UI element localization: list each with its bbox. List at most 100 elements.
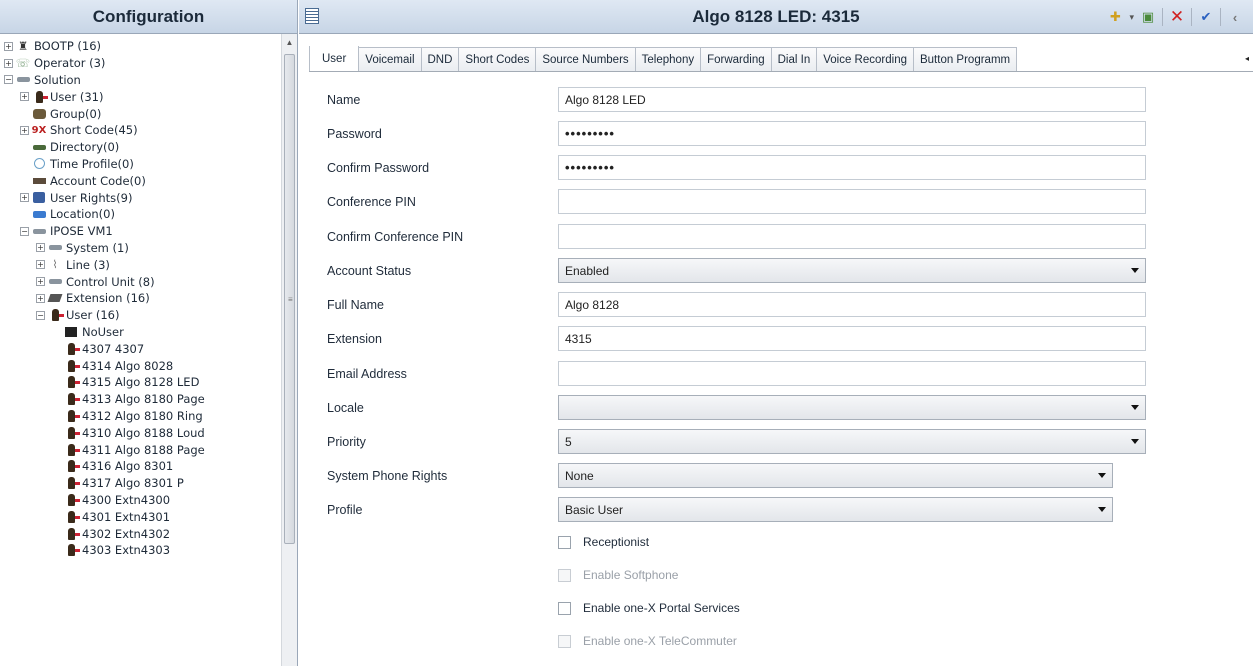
tree-item[interactable]: Group(0) [4, 105, 281, 122]
tree-item[interactable]: 4317 Algo 8301 P [4, 475, 281, 492]
tree-item[interactable]: Location(0) [4, 206, 281, 223]
collapse-icon[interactable]: − [4, 75, 13, 85]
enable-softphone-label: Enable Softphone [583, 568, 679, 582]
collapse-icon[interactable]: − [36, 310, 45, 320]
tree-item[interactable]: − Solution [4, 72, 281, 89]
system-phone-rights-select[interactable]: None [558, 463, 1113, 488]
new-record-icon[interactable]: ✚ [1105, 7, 1125, 27]
name-field[interactable]: Algo 8128 LED [558, 87, 1146, 112]
conference-pin-row: Conference PIN [309, 188, 1253, 216]
tree-item[interactable]: NoUser [4, 324, 281, 341]
tree-item[interactable]: 4300 Extn4300 [4, 492, 281, 509]
confirm-conference-pin-field[interactable] [558, 224, 1146, 249]
tree-item[interactable]: + Control Unit (8) [4, 273, 281, 290]
tree-item[interactable]: + ♜ BOOTP (16) [4, 38, 281, 55]
tree-item[interactable]: + System (1) [4, 240, 281, 257]
tree-item-label: 4316 Algo 8301 [82, 459, 174, 474]
expand-icon[interactable]: + [20, 92, 29, 102]
tab-voicemail[interactable]: Voicemail [358, 47, 422, 71]
account-status-label: Account Status [327, 264, 412, 278]
tree-item[interactable]: 4303 Extn4303 [4, 542, 281, 559]
tree-scrollbar[interactable]: ▲ ≡ [281, 34, 297, 666]
tree-item[interactable]: + User Rights(9) [4, 189, 281, 206]
user-form: Name Algo 8128 LED Password ••••••••• Co… [309, 72, 1253, 666]
tree-item[interactable]: 4315 Algo 8128 LED [4, 374, 281, 391]
user-icon [48, 309, 64, 322]
confirm-password-row: Confirm Password ••••••••• [309, 154, 1253, 182]
extension-field[interactable]: 4315 [558, 326, 1146, 351]
record-list-icon[interactable] [305, 8, 319, 24]
tree-item[interactable]: +9X Short Code(45) [4, 122, 281, 139]
tab-telephony[interactable]: Telephony [634, 47, 702, 71]
tree-item[interactable]: Time Profile(0) [4, 156, 281, 173]
enable-onex-portal-checkbox[interactable] [558, 601, 571, 615]
tree-item[interactable]: 4310 Algo 8188 Loud [4, 424, 281, 441]
previous-arrow-icon[interactable]: ‹ [1225, 7, 1245, 27]
account-status-select[interactable]: Enabled [558, 258, 1146, 283]
scroll-thumb[interactable]: ≡ [284, 54, 295, 544]
password-field[interactable]: ••••••••• [558, 121, 1146, 146]
tab-scroll-arrow-icon[interactable]: ◂ [1241, 46, 1253, 70]
toolbar-divider [1191, 8, 1192, 26]
delete-icon[interactable]: ✕ [1167, 7, 1187, 27]
tree-item[interactable]: 4307 4307 [4, 340, 281, 357]
tab-user[interactable]: User [309, 46, 360, 71]
tree-item-label: Group(0) [50, 106, 102, 121]
tree-item[interactable]: + ⌇ Line (3) [4, 256, 281, 273]
tree-item[interactable]: + ☏ Operator (3) [4, 55, 281, 72]
expand-icon[interactable]: + [4, 41, 13, 51]
locale-select[interactable] [558, 395, 1146, 420]
tab-dnd[interactable]: DND [420, 47, 460, 71]
expand-icon[interactable]: + [4, 58, 13, 68]
tree-item-label: User Rights(9) [50, 190, 133, 205]
scroll-up-arrow-icon[interactable]: ▲ [282, 34, 297, 50]
system-phone-rights-row: System Phone Rights None [309, 462, 1253, 490]
receptionist-checkbox[interactable] [558, 535, 571, 549]
expand-icon[interactable]: + [36, 243, 45, 253]
new-dropdown-chevron-icon[interactable]: ▾ [1129, 12, 1134, 23]
expand-icon[interactable]: + [36, 260, 45, 270]
tree-item[interactable]: 4301 Extn4301 [4, 508, 281, 525]
tree-item[interactable]: − IPOSE VM1 [4, 223, 281, 240]
expand-icon[interactable]: + [20, 125, 29, 135]
group-icon [32, 108, 46, 120]
tree-item-label: 4307 4307 [82, 341, 145, 356]
export-icon[interactable]: ▣ [1138, 7, 1158, 27]
collapse-icon[interactable]: − [20, 226, 29, 236]
tab-button-programming[interactable]: Button Programm [912, 47, 1018, 71]
tree-item[interactable]: 4314 Algo 8028 [4, 357, 281, 374]
validate-check-icon[interactable]: ✔ [1196, 7, 1216, 27]
tree-item[interactable]: − User (16) [4, 307, 281, 324]
confirm-password-field[interactable]: ••••••••• [558, 155, 1146, 180]
full-name-field[interactable]: Algo 8128 [558, 292, 1146, 317]
tab-dial-in[interactable]: Dial In [770, 47, 818, 71]
enable-onex-portal-option[interactable]: Enable one-X Portal Services [558, 596, 740, 620]
tree-item[interactable]: 4316 Algo 8301 [4, 458, 281, 475]
expand-icon[interactable]: + [20, 193, 29, 203]
user-tabs: User Voicemail DND Short Codes Source Nu… [309, 46, 1253, 72]
tab-short-codes[interactable]: Short Codes [458, 47, 537, 71]
profile-select[interactable]: Basic User [558, 497, 1113, 522]
tab-forwarding[interactable]: Forwarding [700, 47, 772, 71]
receptionist-option[interactable]: Receptionist [558, 530, 649, 554]
tree-item[interactable]: 4311 Algo 8188 Page [4, 441, 281, 458]
tree-item[interactable]: + User (31) [4, 88, 281, 105]
toolbar-divider [1162, 8, 1163, 26]
tree-item[interactable]: 4302 Extn4302 [4, 525, 281, 542]
tab-voice-recording[interactable]: Voice Recording [816, 47, 914, 71]
expand-icon[interactable]: + [36, 293, 45, 303]
expand-icon[interactable]: + [36, 277, 45, 287]
priority-select[interactable]: 5 [558, 429, 1146, 454]
bootp-icon: ♜ [17, 39, 29, 54]
tab-source-numbers[interactable]: Source Numbers [535, 47, 636, 71]
conference-pin-field[interactable] [558, 189, 1146, 214]
tree-item[interactable]: Account Code(0) [4, 172, 281, 189]
tree-item[interactable]: 4313 Algo 8180 Page [4, 391, 281, 408]
email-address-field[interactable] [558, 361, 1146, 386]
tree-item[interactable]: 4312 Algo 8180 Ring [4, 408, 281, 425]
configuration-tree: + ♜ BOOTP (16) + ☏ Operator (3) − Solution + User… [0, 34, 281, 666]
tree-item[interactable]: + Extension (16) [4, 290, 281, 307]
tree-item[interactable]: Directory(0) [4, 139, 281, 156]
